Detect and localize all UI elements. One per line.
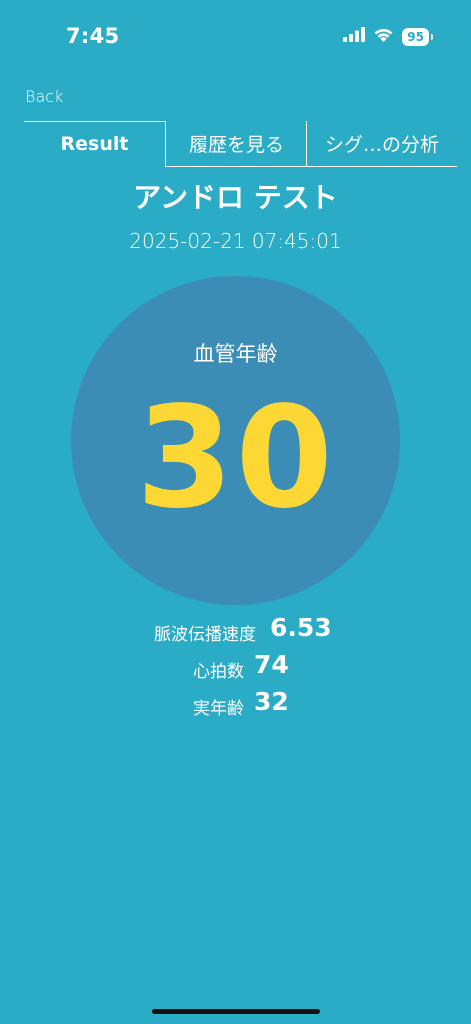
stat-label: 心拍数 — [193, 662, 244, 682]
stat-value: 74 — [254, 650, 289, 679]
tab-bar: Result 履歴を見る シグ…の分析 — [24, 121, 457, 167]
vascular-age-circle: 血管年齢 30 — [71, 276, 400, 605]
stat-value: 6.53 — [270, 613, 332, 642]
status-icons: 95 — [343, 27, 433, 46]
tab-history[interactable]: 履歴を見る — [165, 121, 307, 167]
measurement-datetime: 2025-02-21 07:45:01 — [129, 229, 342, 253]
home-indicator[interactable] — [152, 1009, 320, 1014]
stat-row-actual-age: 実年齢 32 — [0, 686, 471, 722]
stat-row-pulse-wave-velocity: 脈波伝播速度 6.53 — [0, 612, 471, 648]
page-title: アンドロ テスト — [133, 181, 338, 214]
stat-label: 脈波伝播速度 — [154, 625, 256, 645]
battery-indicator: 95 — [402, 27, 433, 46]
stat-value: 32 — [254, 687, 289, 716]
stat-label: 実年齢 — [193, 699, 244, 719]
tab-result[interactable]: Result — [24, 121, 165, 166]
status-time: 7:45 — [66, 24, 120, 48]
vascular-age-value: 30 — [136, 377, 335, 540]
vascular-age-label: 血管年齢 — [193, 342, 278, 366]
back-button[interactable]: Back — [25, 87, 63, 106]
tab-signal-analysis[interactable]: シグ…の分析 — [306, 121, 457, 167]
wifi-icon — [373, 27, 394, 46]
status-bar: 7:45 95 — [0, 0, 471, 70]
stat-row-heart-rate: 心拍数 74 — [0, 649, 471, 685]
cellular-signal-icon — [343, 27, 366, 46]
